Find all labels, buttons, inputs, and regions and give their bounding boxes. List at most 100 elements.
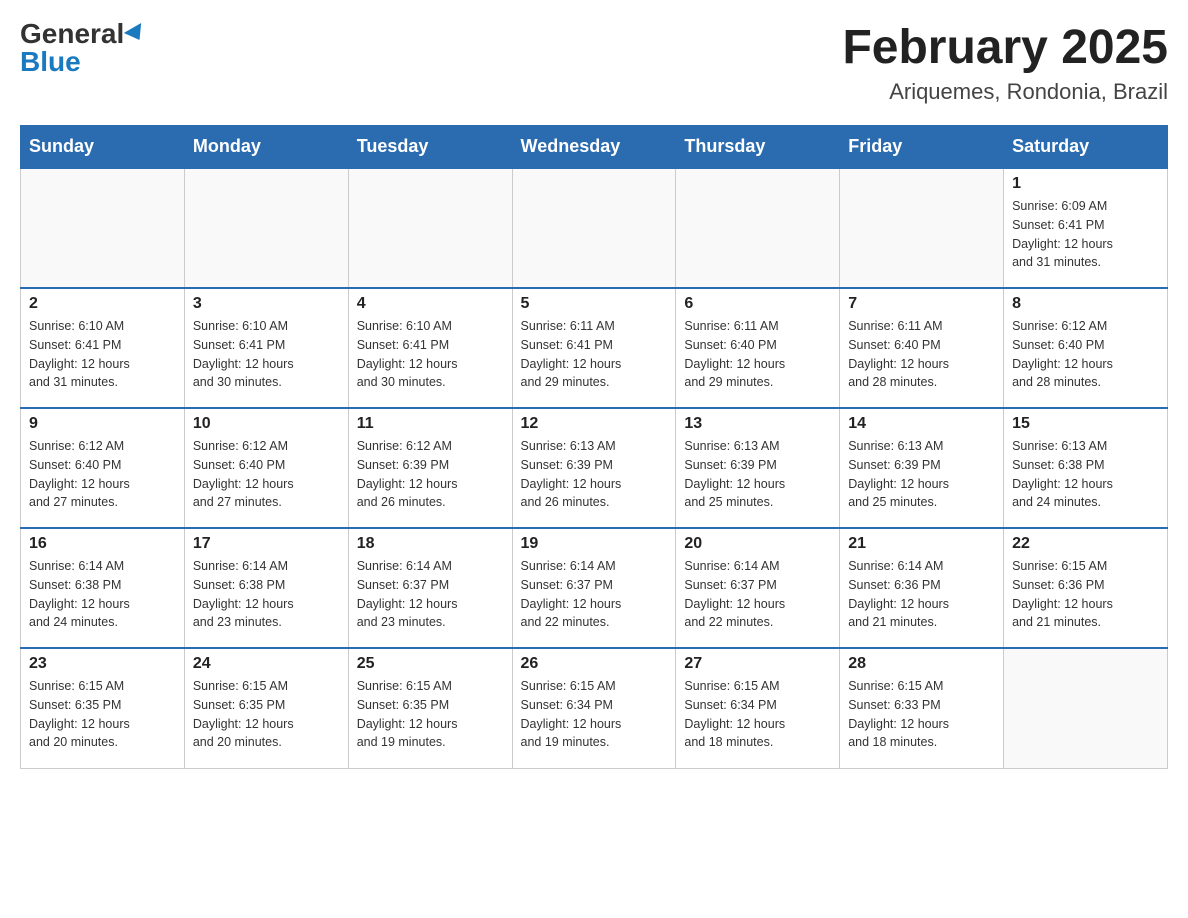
calendar-cell: 26 Sunrise: 6:15 AM Sunset: 6:34 PM Dayli…: [512, 648, 676, 768]
page-header: General Blue February 2025 Ariquemes, Ro…: [20, 20, 1168, 105]
day-info: Sunrise: 6:13 AM Sunset: 6:38 PM Dayligh…: [1012, 437, 1159, 512]
calendar-cell: 27 Sunrise: 6:15 AM Sunset: 6:34 PM Dayli…: [676, 648, 840, 768]
calendar-cell: [676, 168, 840, 288]
day-number: 11: [357, 415, 504, 433]
calendar-cell: 10 Sunrise: 6:12 AM Sunset: 6:40 PM Dayli…: [184, 408, 348, 528]
calendar-cell: 24 Sunrise: 6:15 AM Sunset: 6:35 PM Dayli…: [184, 648, 348, 768]
title-section: February 2025 Ariquemes, Rondonia, Brazi…: [842, 20, 1168, 105]
calendar-cell: 23 Sunrise: 6:15 AM Sunset: 6:35 PM Dayli…: [21, 648, 185, 768]
day-info: Sunrise: 6:15 AM Sunset: 6:36 PM Dayligh…: [1012, 557, 1159, 632]
day-number: 1: [1012, 175, 1159, 193]
calendar-cell: [184, 168, 348, 288]
calendar-cell: 25 Sunrise: 6:15 AM Sunset: 6:35 PM Dayli…: [348, 648, 512, 768]
day-info: Sunrise: 6:11 AM Sunset: 6:41 PM Dayligh…: [521, 317, 668, 392]
day-info: Sunrise: 6:10 AM Sunset: 6:41 PM Dayligh…: [193, 317, 340, 392]
day-info: Sunrise: 6:09 AM Sunset: 6:41 PM Dayligh…: [1012, 197, 1159, 272]
day-number: 21: [848, 535, 995, 553]
day-number: 7: [848, 295, 995, 313]
calendar-week-row: 23 Sunrise: 6:15 AM Sunset: 6:35 PM Dayli…: [21, 648, 1168, 768]
day-info: Sunrise: 6:13 AM Sunset: 6:39 PM Dayligh…: [848, 437, 995, 512]
calendar-cell: [1004, 648, 1168, 768]
day-info: Sunrise: 6:13 AM Sunset: 6:39 PM Dayligh…: [521, 437, 668, 512]
calendar-header-tuesday: Tuesday: [348, 126, 512, 169]
day-number: 23: [29, 655, 176, 673]
calendar-week-row: 9 Sunrise: 6:12 AM Sunset: 6:40 PM Daylig…: [21, 408, 1168, 528]
calendar-header-wednesday: Wednesday: [512, 126, 676, 169]
calendar-week-row: 2 Sunrise: 6:10 AM Sunset: 6:41 PM Daylig…: [21, 288, 1168, 408]
logo: General Blue: [20, 20, 146, 76]
day-number: 18: [357, 535, 504, 553]
calendar-cell: 16 Sunrise: 6:14 AM Sunset: 6:38 PM Dayli…: [21, 528, 185, 648]
day-number: 9: [29, 415, 176, 433]
calendar-header-thursday: Thursday: [676, 126, 840, 169]
logo-blue: Blue: [20, 48, 81, 76]
calendar-cell: 5Sunrise: 6:11 AM Sunset: 6:41 PM Daylig…: [512, 288, 676, 408]
day-number: 3: [193, 295, 340, 313]
day-info: Sunrise: 6:14 AM Sunset: 6:37 PM Dayligh…: [521, 557, 668, 632]
day-number: 8: [1012, 295, 1159, 313]
day-number: 26: [521, 655, 668, 673]
day-info: Sunrise: 6:10 AM Sunset: 6:41 PM Dayligh…: [29, 317, 176, 392]
day-number: 19: [521, 535, 668, 553]
calendar-cell: [348, 168, 512, 288]
calendar-header-row: SundayMondayTuesdayWednesdayThursdayFrid…: [21, 126, 1168, 169]
day-info: Sunrise: 6:11 AM Sunset: 6:40 PM Dayligh…: [848, 317, 995, 392]
day-info: Sunrise: 6:14 AM Sunset: 6:38 PM Dayligh…: [193, 557, 340, 632]
day-number: 20: [684, 535, 831, 553]
calendar-cell: 11Sunrise: 6:12 AM Sunset: 6:39 PM Dayli…: [348, 408, 512, 528]
day-number: 16: [29, 535, 176, 553]
calendar-cell: 12 Sunrise: 6:13 AM Sunset: 6:39 PM Dayli…: [512, 408, 676, 528]
calendar-header-saturday: Saturday: [1004, 126, 1168, 169]
day-number: 2: [29, 295, 176, 313]
day-info: Sunrise: 6:12 AM Sunset: 6:40 PM Dayligh…: [1012, 317, 1159, 392]
calendar-header-sunday: Sunday: [21, 126, 185, 169]
calendar-cell: 8 Sunrise: 6:12 AM Sunset: 6:40 PM Daylig…: [1004, 288, 1168, 408]
day-number: 10: [193, 415, 340, 433]
day-info: Sunrise: 6:15 AM Sunset: 6:33 PM Dayligh…: [848, 677, 995, 752]
calendar-cell: 28 Sunrise: 6:15 AM Sunset: 6:33 PM Dayli…: [840, 648, 1004, 768]
day-number: 4: [357, 295, 504, 313]
calendar-cell: 17 Sunrise: 6:14 AM Sunset: 6:38 PM Dayli…: [184, 528, 348, 648]
location: Ariquemes, Rondonia, Brazil: [842, 79, 1168, 105]
day-info: Sunrise: 6:15 AM Sunset: 6:34 PM Dayligh…: [521, 677, 668, 752]
calendar-cell: 15 Sunrise: 6:13 AM Sunset: 6:38 PM Dayli…: [1004, 408, 1168, 528]
calendar-header-friday: Friday: [840, 126, 1004, 169]
day-number: 12: [521, 415, 668, 433]
day-info: Sunrise: 6:14 AM Sunset: 6:38 PM Dayligh…: [29, 557, 176, 632]
day-info: Sunrise: 6:12 AM Sunset: 6:40 PM Dayligh…: [29, 437, 176, 512]
day-info: Sunrise: 6:14 AM Sunset: 6:36 PM Dayligh…: [848, 557, 995, 632]
calendar-cell: 13Sunrise: 6:13 AM Sunset: 6:39 PM Dayli…: [676, 408, 840, 528]
calendar-cell: 3 Sunrise: 6:10 AM Sunset: 6:41 PM Daylig…: [184, 288, 348, 408]
day-info: Sunrise: 6:15 AM Sunset: 6:35 PM Dayligh…: [193, 677, 340, 752]
day-number: 14: [848, 415, 995, 433]
calendar-week-row: 16 Sunrise: 6:14 AM Sunset: 6:38 PM Dayli…: [21, 528, 1168, 648]
day-info: Sunrise: 6:13 AM Sunset: 6:39 PM Dayligh…: [684, 437, 831, 512]
calendar-cell: 7 Sunrise: 6:11 AM Sunset: 6:40 PM Daylig…: [840, 288, 1004, 408]
calendar-table: SundayMondayTuesdayWednesdayThursdayFrid…: [20, 125, 1168, 769]
calendar-cell: 6Sunrise: 6:11 AM Sunset: 6:40 PM Daylig…: [676, 288, 840, 408]
calendar-cell: 2 Sunrise: 6:10 AM Sunset: 6:41 PM Daylig…: [21, 288, 185, 408]
day-info: Sunrise: 6:12 AM Sunset: 6:40 PM Dayligh…: [193, 437, 340, 512]
day-info: Sunrise: 6:14 AM Sunset: 6:37 PM Dayligh…: [357, 557, 504, 632]
calendar-cell: 1 Sunrise: 6:09 AM Sunset: 6:41 PM Daylig…: [1004, 168, 1168, 288]
day-number: 17: [193, 535, 340, 553]
calendar-cell: [512, 168, 676, 288]
day-info: Sunrise: 6:15 AM Sunset: 6:35 PM Dayligh…: [29, 677, 176, 752]
day-number: 28: [848, 655, 995, 673]
calendar-cell: 19 Sunrise: 6:14 AM Sunset: 6:37 PM Dayli…: [512, 528, 676, 648]
logo-general: General: [20, 20, 124, 48]
day-number: 15: [1012, 415, 1159, 433]
day-info: Sunrise: 6:15 AM Sunset: 6:34 PM Dayligh…: [684, 677, 831, 752]
calendar-cell: [21, 168, 185, 288]
day-number: 25: [357, 655, 504, 673]
calendar-cell: 9 Sunrise: 6:12 AM Sunset: 6:40 PM Daylig…: [21, 408, 185, 528]
day-number: 24: [193, 655, 340, 673]
calendar-cell: [840, 168, 1004, 288]
logo-arrow-icon: [124, 23, 148, 45]
calendar-week-row: 1 Sunrise: 6:09 AM Sunset: 6:41 PM Daylig…: [21, 168, 1168, 288]
day-number: 27: [684, 655, 831, 673]
calendar-header-monday: Monday: [184, 126, 348, 169]
calendar-cell: 4Sunrise: 6:10 AM Sunset: 6:41 PM Daylig…: [348, 288, 512, 408]
day-number: 6: [684, 295, 831, 313]
day-info: Sunrise: 6:15 AM Sunset: 6:35 PM Dayligh…: [357, 677, 504, 752]
